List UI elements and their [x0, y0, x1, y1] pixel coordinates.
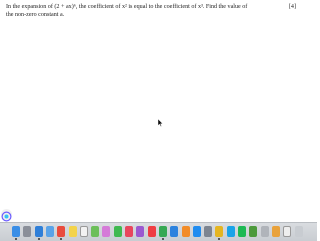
numbers-icon[interactable] [158, 226, 167, 237]
facetime-icon[interactable] [113, 226, 122, 237]
script-icon[interactable] [260, 226, 269, 237]
document-icon[interactable] [283, 226, 292, 237]
question-line-2: the non-zero constant a. [6, 12, 65, 18]
safari-icon[interactable] [34, 226, 43, 237]
podcasts-icon[interactable] [136, 226, 145, 237]
spotify-icon[interactable] [238, 226, 246, 237]
marks-label: [4] [288, 4, 296, 10]
dock [0, 222, 317, 241]
preferences-icon[interactable] [204, 226, 213, 237]
question-text: In the expansion of (2 + ax)⁶, the coeff… [6, 3, 296, 19]
question-line-1: In the expansion of (2 + ax)⁶, the coeff… [6, 4, 248, 10]
app-store-icon[interactable] [192, 226, 201, 237]
photos-icon[interactable] [102, 226, 111, 237]
mail-icon[interactable] [45, 226, 54, 237]
trash-icon[interactable] [294, 226, 303, 237]
maps-icon[interactable] [91, 226, 100, 237]
keynote-icon[interactable] [170, 226, 179, 237]
reminders-icon[interactable] [79, 226, 88, 237]
pages-icon[interactable] [181, 226, 190, 237]
news-icon[interactable] [147, 226, 156, 237]
chrome-icon[interactable] [215, 226, 224, 237]
mouse-cursor-icon [158, 119, 163, 127]
launchpad-grid-icon [1, 211, 12, 222]
launchpad-icon[interactable] [23, 226, 32, 237]
skype-icon[interactable] [226, 226, 235, 237]
calendar-icon[interactable] [57, 226, 66, 237]
music-icon[interactable] [125, 226, 133, 237]
finder-icon[interactable] [12, 226, 20, 237]
notes-icon[interactable] [68, 226, 77, 237]
torrent-icon[interactable] [249, 226, 258, 237]
app-grid-button[interactable] [1, 209, 12, 222]
pencil-icon[interactable] [271, 226, 280, 237]
